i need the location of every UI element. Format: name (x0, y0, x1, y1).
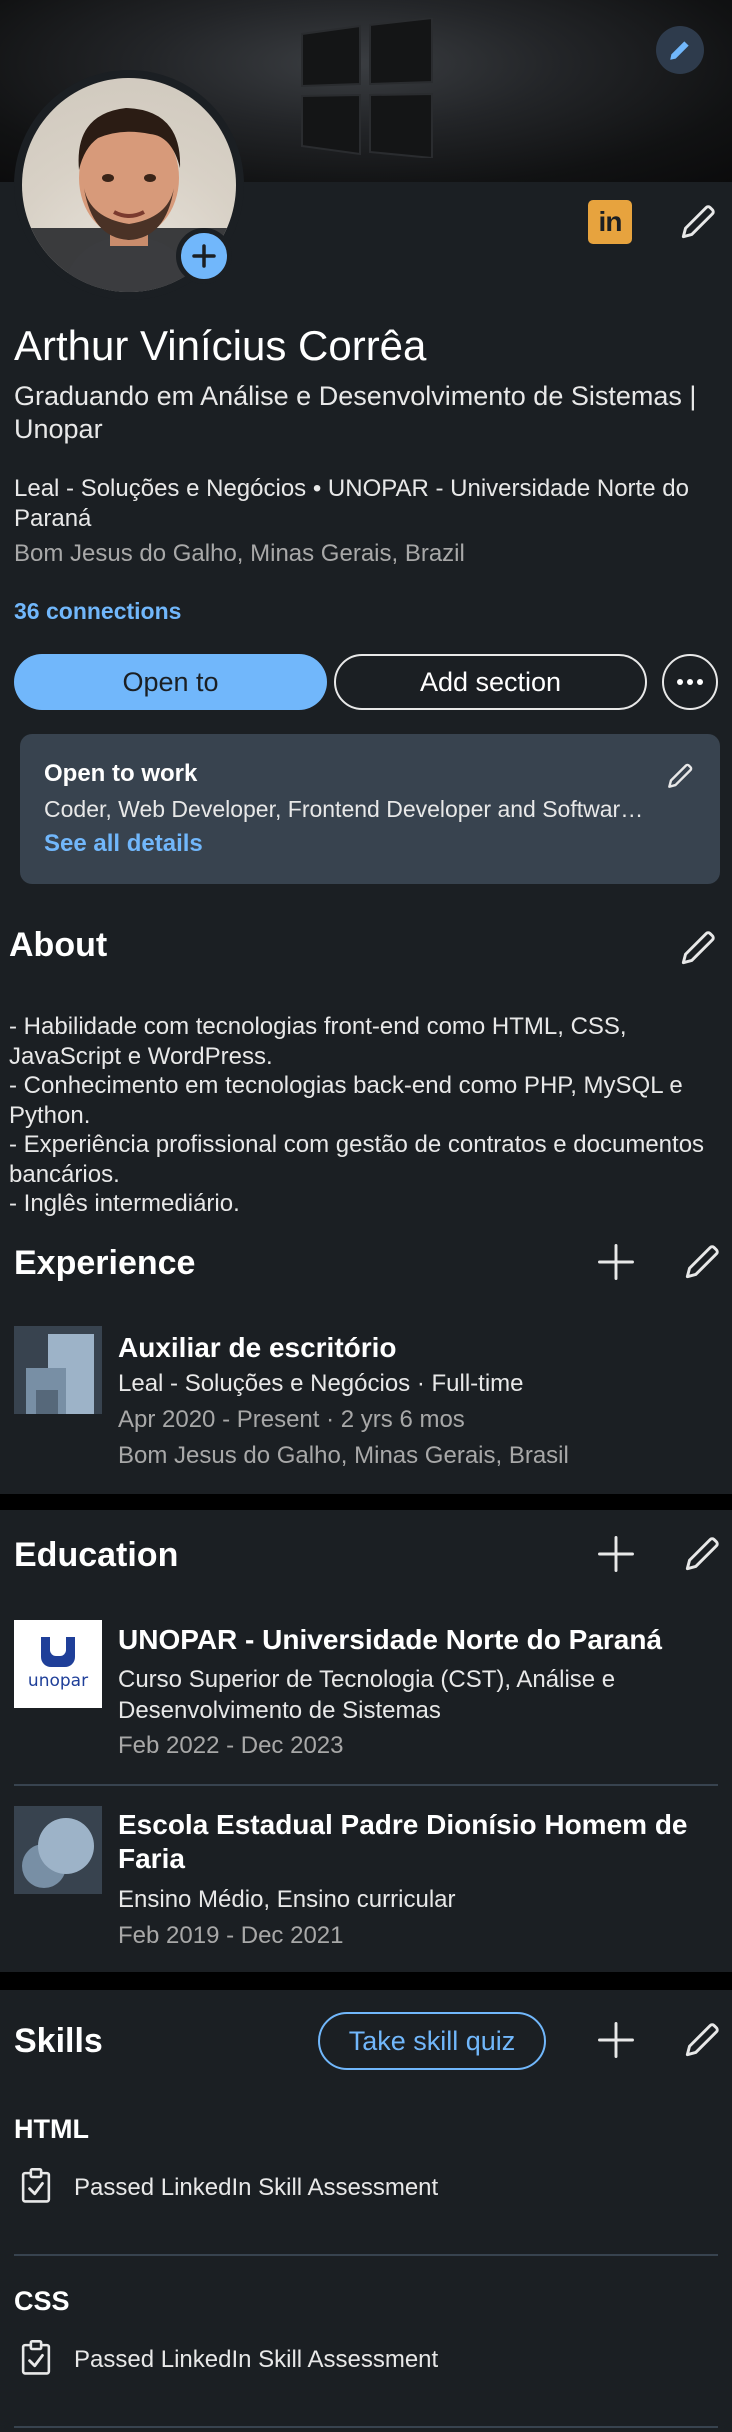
skill-assessment-label: Passed LinkedIn Skill Assessment (74, 2346, 439, 2373)
school-logo-placeholder[interactable] (14, 1806, 102, 1894)
edit-experience-pencil-icon[interactable] (680, 1240, 724, 1284)
add-experience-plus-icon[interactable] (594, 1240, 638, 1284)
profile-location: Bom Jesus do Galho, Minas Gerais, Brazil (14, 540, 465, 567)
edit-about-pencil-icon[interactable] (676, 926, 720, 970)
take-skill-quiz-button[interactable]: Take skill quiz (318, 2012, 546, 2070)
unopar-logo[interactable]: unopar (14, 1620, 102, 1708)
open-to-work-card[interactable]: Open to work Coder, Web Developer, Front… (20, 734, 720, 884)
divider (14, 1784, 718, 1786)
education-school[interactable]: Escola Estadual Padre Dionísio Homem de … (118, 1808, 708, 1876)
experience-location: Bom Jesus do Galho, Minas Gerais, Brasil (118, 1442, 569, 1469)
edit-open-to-work-pencil-icon[interactable] (664, 760, 696, 792)
skill-assessment-label: Passed LinkedIn Skill Assessment (74, 2174, 439, 2201)
plus-icon (192, 244, 216, 268)
education-dates: Feb 2019 - Dec 2021 (118, 1922, 344, 1949)
edit-education-pencil-icon[interactable] (680, 1532, 724, 1576)
profile-headline: Graduando em Análise e Desenvolvimento d… (14, 381, 697, 444)
company-logo-placeholder[interactable] (14, 1326, 102, 1414)
profile-name: Arthur Vinícius Corrêa (14, 322, 427, 369)
linkedin-badge-text: in (598, 206, 623, 237)
add-skill-plus-icon[interactable] (594, 2018, 638, 2062)
clipboard-check-icon (21, 2340, 51, 2375)
see-all-details-link[interactable]: See all details (44, 830, 203, 858)
divider (14, 2254, 718, 2256)
open-to-button[interactable]: Open to (14, 654, 327, 710)
experience-section: Experience Auxiliar de escritório Leal -… (0, 1240, 732, 1494)
current-positions[interactable]: Leal - Soluções e Negócios • UNOPAR - Un… (14, 474, 724, 534)
skills-section: Skills Take skill quiz HTML Passed Linke… (0, 1990, 732, 2432)
education-dates: Feb 2022 - Dec 2023 (118, 1732, 344, 1759)
add-section-button[interactable]: Add section (334, 654, 647, 710)
education-school[interactable]: UNOPAR - Universidade Norte do Paraná (118, 1624, 662, 1656)
education-section: Education unopar UNOPAR - Universidade N… (0, 1510, 732, 1972)
experience-dates: Apr 2020 - Present · 2 yrs 6 mos (118, 1406, 465, 1433)
education-degree: Curso Superior de Tecnologia (CST), Anál… (118, 1666, 616, 1724)
about-heading: About (9, 926, 108, 964)
windows-logo-icon (301, 18, 433, 158)
connections-link[interactable]: 36 connections (14, 598, 181, 625)
add-education-plus-icon[interactable] (594, 1532, 638, 1576)
about-text: - Habilidade com tecnologias front-end c… (9, 1013, 705, 1217)
unopar-u-mark (41, 1637, 75, 1667)
experience-heading: Experience (14, 1244, 196, 1282)
unopar-logo-text: unopar (27, 1671, 89, 1691)
more-button[interactable] (662, 654, 718, 710)
building-icon (14, 1326, 102, 1414)
education-heading: Education (14, 1536, 179, 1574)
add-photo-button[interactable] (176, 228, 232, 284)
school-placeholder-icon (14, 1806, 102, 1894)
divider (14, 2426, 718, 2428)
linkedin-badge-icon[interactable]: in (588, 200, 632, 244)
skill-name[interactable]: HTML (14, 2114, 89, 2145)
skills-heading: Skills (14, 2022, 103, 2060)
more-horizontal-icon (677, 679, 703, 685)
open-to-work-roles: Coder, Web Developer, Frontend Developer… (44, 796, 644, 822)
experience-role[interactable]: Auxiliar de escritório (118, 1332, 397, 1364)
edit-intro-pencil-icon[interactable] (676, 200, 720, 244)
edit-cover-button[interactable] (656, 26, 704, 74)
about-section: About - Habilidade com tecnologias front… (0, 900, 732, 1240)
skill-name[interactable]: CSS (14, 2286, 70, 2317)
profile-card: in Arthur Vinícius Corrêa Graduando em A… (0, 0, 732, 900)
experience-company: Leal - Soluções e Negócios · Full-time (118, 1370, 524, 1397)
clipboard-check-icon (21, 2168, 51, 2203)
education-degree: Ensino Médio, Ensino curricular (118, 1886, 456, 1913)
open-to-work-title: Open to work (44, 760, 198, 787)
edit-skills-pencil-icon[interactable] (680, 2018, 724, 2062)
pencil-icon (670, 41, 689, 60)
